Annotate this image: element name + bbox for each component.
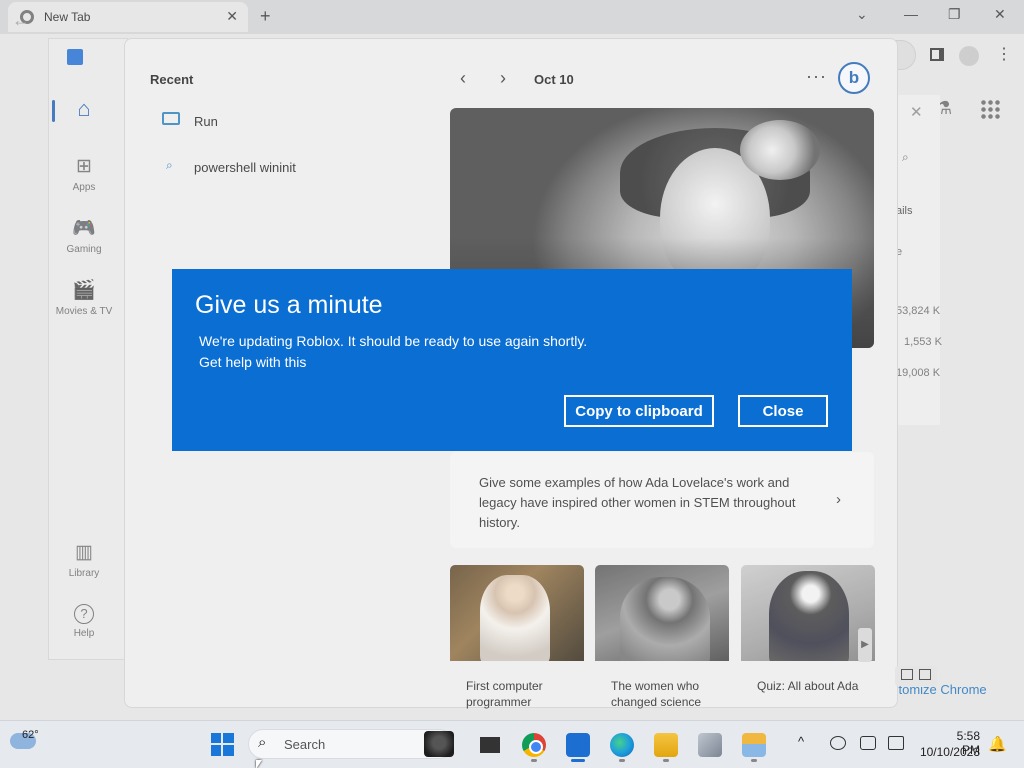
start-windows-icon[interactable] <box>211 733 234 756</box>
weather-app-icon[interactable] <box>742 733 766 757</box>
network-icon[interactable] <box>830 736 846 750</box>
copy-to-clipboard-button[interactable]: Copy to clipboard <box>564 395 714 427</box>
close-dialog-button[interactable]: Close <box>738 395 828 427</box>
running-indicator <box>531 759 537 762</box>
chrome-icon[interactable] <box>522 733 546 757</box>
display-icon[interactable] <box>860 736 876 750</box>
get-help-link[interactable]: Get help with this <box>199 354 306 370</box>
error-dialog: Give us a minute We're updating Roblox. … <box>172 269 852 451</box>
edge-icon[interactable] <box>610 733 634 757</box>
tray-overflow-chevron-icon[interactable]: ^ <box>798 734 804 749</box>
dialog-title: Give us a minute <box>195 291 383 319</box>
search-icon: ⌕ <box>258 734 267 751</box>
store-icon[interactable] <box>566 733 590 757</box>
dialog-message: We're updating Roblox. It should be read… <box>199 333 588 349</box>
weather-temperature[interactable]: 62° <box>22 729 39 741</box>
running-indicator <box>619 759 625 762</box>
running-indicator <box>751 759 757 762</box>
clock-date[interactable]: 10/10/2023 <box>918 745 980 759</box>
notification-bell-icon[interactable]: 🔔 <box>988 735 1007 753</box>
app-icon[interactable] <box>698 733 722 757</box>
mouse-cursor <box>256 760 262 768</box>
running-indicator <box>663 759 669 762</box>
task-view-icon[interactable] <box>478 733 502 757</box>
file-explorer-icon[interactable] <box>654 733 678 757</box>
search-highlight-art-icon[interactable] <box>424 731 454 757</box>
taskbar-search-placeholder[interactable]: Search <box>284 737 325 752</box>
volume-muted-icon[interactable] <box>888 736 904 750</box>
active-indicator <box>571 759 585 762</box>
